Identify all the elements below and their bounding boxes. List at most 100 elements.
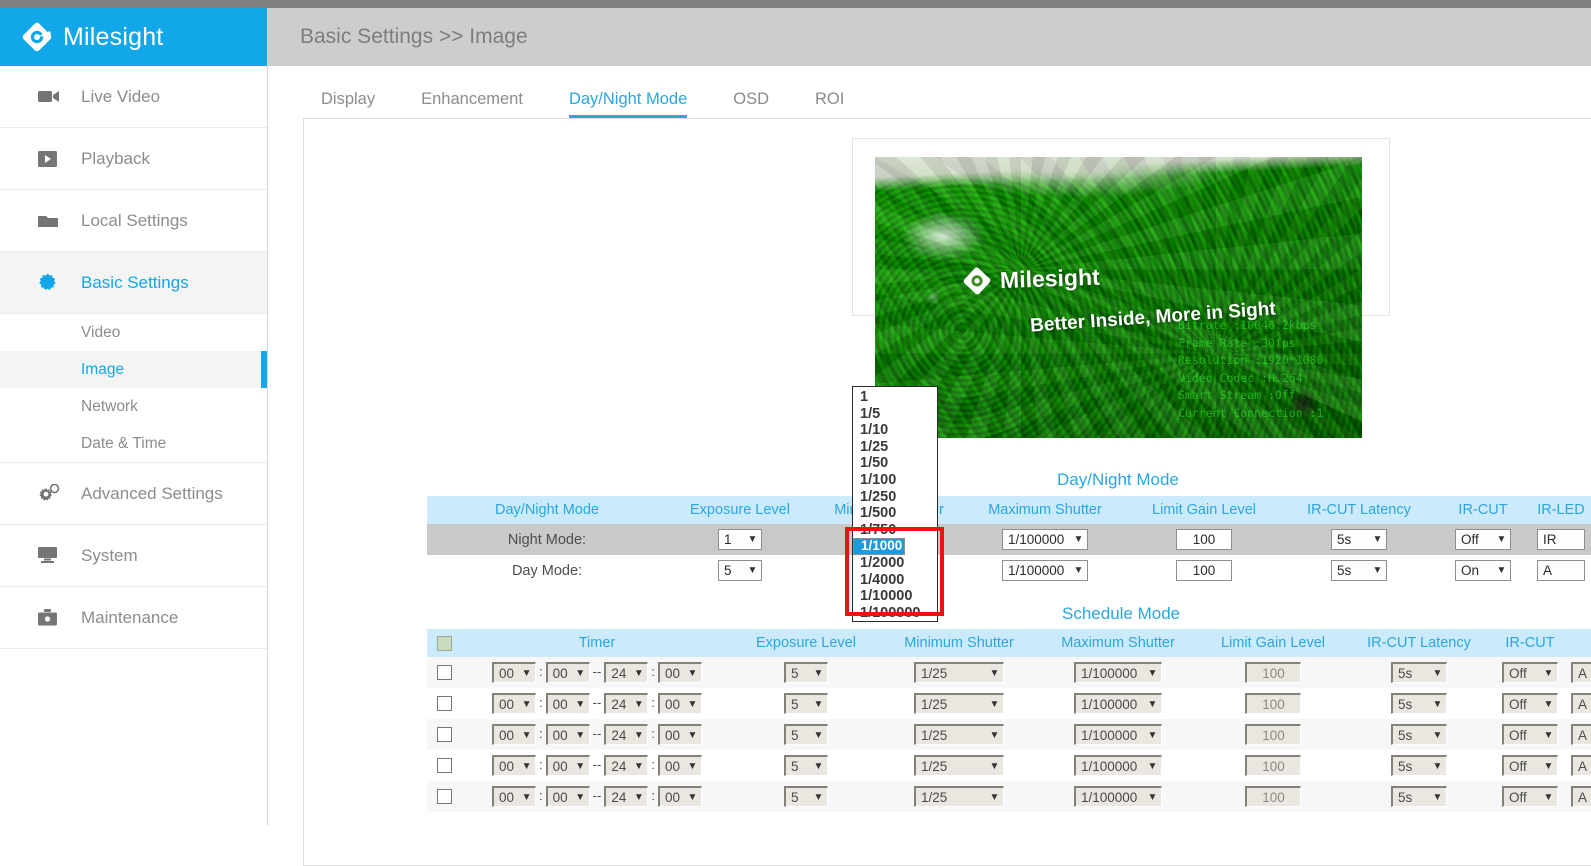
shutter-option[interactable]: 1/5 <box>853 406 937 423</box>
sidebar-item-network[interactable]: Network <box>0 388 267 425</box>
schedule-select[interactable]: 5s ▼ <box>1391 755 1447 776</box>
night-exposure-level-select[interactable]: 1 ▼ <box>718 529 762 550</box>
shutter-option[interactable]: 1/10 <box>853 422 937 439</box>
schedule-select[interactable]: 1/100000 ▼ <box>1074 693 1162 714</box>
schedule-select[interactable]: 00 ▼ <box>492 755 537 776</box>
night-irled-select[interactable]: IR <box>1537 529 1585 550</box>
schedule-select[interactable]: 00 ▼ <box>492 693 537 714</box>
schedule-select[interactable]: 5 ▼ <box>784 693 828 714</box>
shutter-option[interactable]: 1/10000 <box>853 588 937 605</box>
day-ircut-latency-select[interactable]: 5s ▼ <box>1331 560 1387 581</box>
schedule-select[interactable]: Off ▼ <box>1502 755 1558 776</box>
schedule-select[interactable]: 00 ▼ <box>492 662 537 683</box>
schedule-select[interactable]: 1/25 ▼ <box>914 724 1004 745</box>
schedule-select[interactable]: 00 ▼ <box>545 662 590 683</box>
sidebar-item-live-video[interactable]: Live Video <box>0 66 267 128</box>
night-limit-gain-input[interactable]: 100 <box>1176 529 1232 550</box>
shutter-option[interactable]: 1/100000 <box>853 605 937 622</box>
sidebar-item-local-settings[interactable]: Local Settings <box>0 190 267 252</box>
sidebar-item-image[interactable]: Image <box>0 351 267 388</box>
schedule-select[interactable]: 00 ▼ <box>657 662 702 683</box>
schedule-select[interactable]: 5s ▼ <box>1391 693 1447 714</box>
shutter-option[interactable]: 1/100 <box>853 472 937 489</box>
schedule-select[interactable]: 00 ▼ <box>657 724 702 745</box>
limit-gain-input[interactable]: 100 <box>1245 724 1301 745</box>
limit-gain-input[interactable]: 100 <box>1245 786 1301 807</box>
schedule-select[interactable]: 24 ▼ <box>604 662 649 683</box>
schedule-select[interactable]: 00 ▼ <box>657 786 702 807</box>
schedule-select[interactable]: 1/25 ▼ <box>914 693 1004 714</box>
row-checkbox[interactable] <box>436 665 452 681</box>
shutter-option[interactable]: 1/500 <box>853 505 937 522</box>
limit-gain-input[interactable]: 100 <box>1245 662 1301 683</box>
night-maximum-shutter-select[interactable]: 1/100000 ▼ <box>1002 529 1088 550</box>
shutter-option[interactable]: 1/2000 <box>853 555 937 572</box>
schedule-select[interactable]: Off ▼ <box>1502 662 1558 683</box>
schedule-select[interactable]: 00 ▼ <box>657 755 702 776</box>
schedule-select[interactable]: 00 ▼ <box>657 693 702 714</box>
schedule-select[interactable]: 5 ▼ <box>784 755 828 776</box>
sidebar-item-basic-settings[interactable]: Basic Settings <box>0 252 267 314</box>
schedule-select[interactable]: 00 ▼ <box>545 724 590 745</box>
schedule-select[interactable]: 24 ▼ <box>604 693 649 714</box>
select-all-checkbox[interactable] <box>436 635 452 651</box>
day-irled-select[interactable]: A <box>1537 560 1585 581</box>
schedule-select[interactable]: 5s ▼ <box>1391 786 1447 807</box>
shutter-option[interactable]: 1/250 <box>853 489 937 506</box>
row-checkbox[interactable] <box>436 758 452 774</box>
shutter-option[interactable]: 1/1000 <box>853 538 906 555</box>
schedule-select[interactable]: 24 ▼ <box>604 755 649 776</box>
day-maximum-shutter-select[interactable]: 1/100000 ▼ <box>1002 560 1088 581</box>
schedule-select[interactable]: 5 ▼ <box>784 724 828 745</box>
irled-select[interactable]: A <box>1571 724 1591 745</box>
irled-select[interactable]: A <box>1571 786 1591 807</box>
minimum-shutter-dropdown-list[interactable]: 1 1/5 1/10 1/25 1/50 1/100 1/250 1/500 1/750 1/10… <box>852 386 938 623</box>
schedule-select[interactable]: 5 ▼ <box>784 662 828 683</box>
shutter-option[interactable]: 1/4000 <box>853 572 937 589</box>
shutter-option[interactable]: 1/25 <box>853 439 937 456</box>
night-ircut-latency-select[interactable]: 5s ▼ <box>1331 529 1387 550</box>
tab-day-night-mode[interactable]: Day/Night Mode <box>546 90 710 118</box>
limit-gain-input[interactable]: 100 <box>1245 693 1301 714</box>
schedule-select[interactable]: 1/25 ▼ <box>914 786 1004 807</box>
schedule-select[interactable]: Off ▼ <box>1502 724 1558 745</box>
schedule-select[interactable]: 1/100000 ▼ <box>1074 724 1162 745</box>
tab-roi[interactable]: ROI <box>792 90 867 118</box>
schedule-select[interactable]: 00 ▼ <box>492 786 537 807</box>
sidebar-item-playback[interactable]: Playback <box>0 128 267 190</box>
schedule-select[interactable]: Off ▼ <box>1502 693 1558 714</box>
irled-select[interactable]: A <box>1571 662 1591 683</box>
day-limit-gain-input[interactable]: 100 <box>1176 560 1232 581</box>
tab-enhancement[interactable]: Enhancement <box>398 90 546 118</box>
schedule-select[interactable]: 5s ▼ <box>1391 662 1447 683</box>
schedule-select[interactable]: 1/25 ▼ <box>914 662 1004 683</box>
tab-osd[interactable]: OSD <box>710 90 792 118</box>
schedule-select[interactable]: 00 ▼ <box>492 724 537 745</box>
night-ircut-select[interactable]: Off ▼ <box>1455 529 1511 550</box>
schedule-select[interactable]: 1/100000 ▼ <box>1074 662 1162 683</box>
day-ircut-select[interactable]: On ▼ <box>1455 560 1511 581</box>
sidebar-item-advanced-settings[interactable]: Advanced Settings <box>0 463 267 525</box>
schedule-select[interactable]: 5 ▼ <box>784 786 828 807</box>
shutter-option[interactable]: 1 <box>853 389 937 406</box>
sidebar-item-maintenance[interactable]: Maintenance <box>0 587 267 649</box>
day-exposure-level-select[interactable]: 5 ▼ <box>718 560 762 581</box>
schedule-select[interactable]: 5s ▼ <box>1391 724 1447 745</box>
sidebar-item-video[interactable]: Video <box>0 314 267 351</box>
schedule-select[interactable]: 1/25 ▼ <box>914 755 1004 776</box>
schedule-select[interactable]: 24 ▼ <box>604 724 649 745</box>
row-checkbox[interactable] <box>436 696 452 712</box>
limit-gain-input[interactable]: 100 <box>1245 755 1301 776</box>
sidebar-item-date-time[interactable]: Date & Time <box>0 425 267 462</box>
sidebar-item-system[interactable]: System <box>0 525 267 587</box>
schedule-select[interactable]: Off ▼ <box>1502 786 1558 807</box>
video-preview[interactable]: Milesight Better Inside, More in Sight B… <box>875 157 1362 438</box>
schedule-select[interactable]: 00 ▼ <box>545 786 590 807</box>
shutter-option[interactable]: 1/750 <box>853 522 937 539</box>
row-checkbox[interactable] <box>436 789 452 805</box>
schedule-select[interactable]: 1/100000 ▼ <box>1074 786 1162 807</box>
row-checkbox[interactable] <box>436 727 452 743</box>
schedule-select[interactable]: 00 ▼ <box>545 755 590 776</box>
shutter-option[interactable]: 1/50 <box>853 455 937 472</box>
schedule-select[interactable]: 1/100000 ▼ <box>1074 755 1162 776</box>
